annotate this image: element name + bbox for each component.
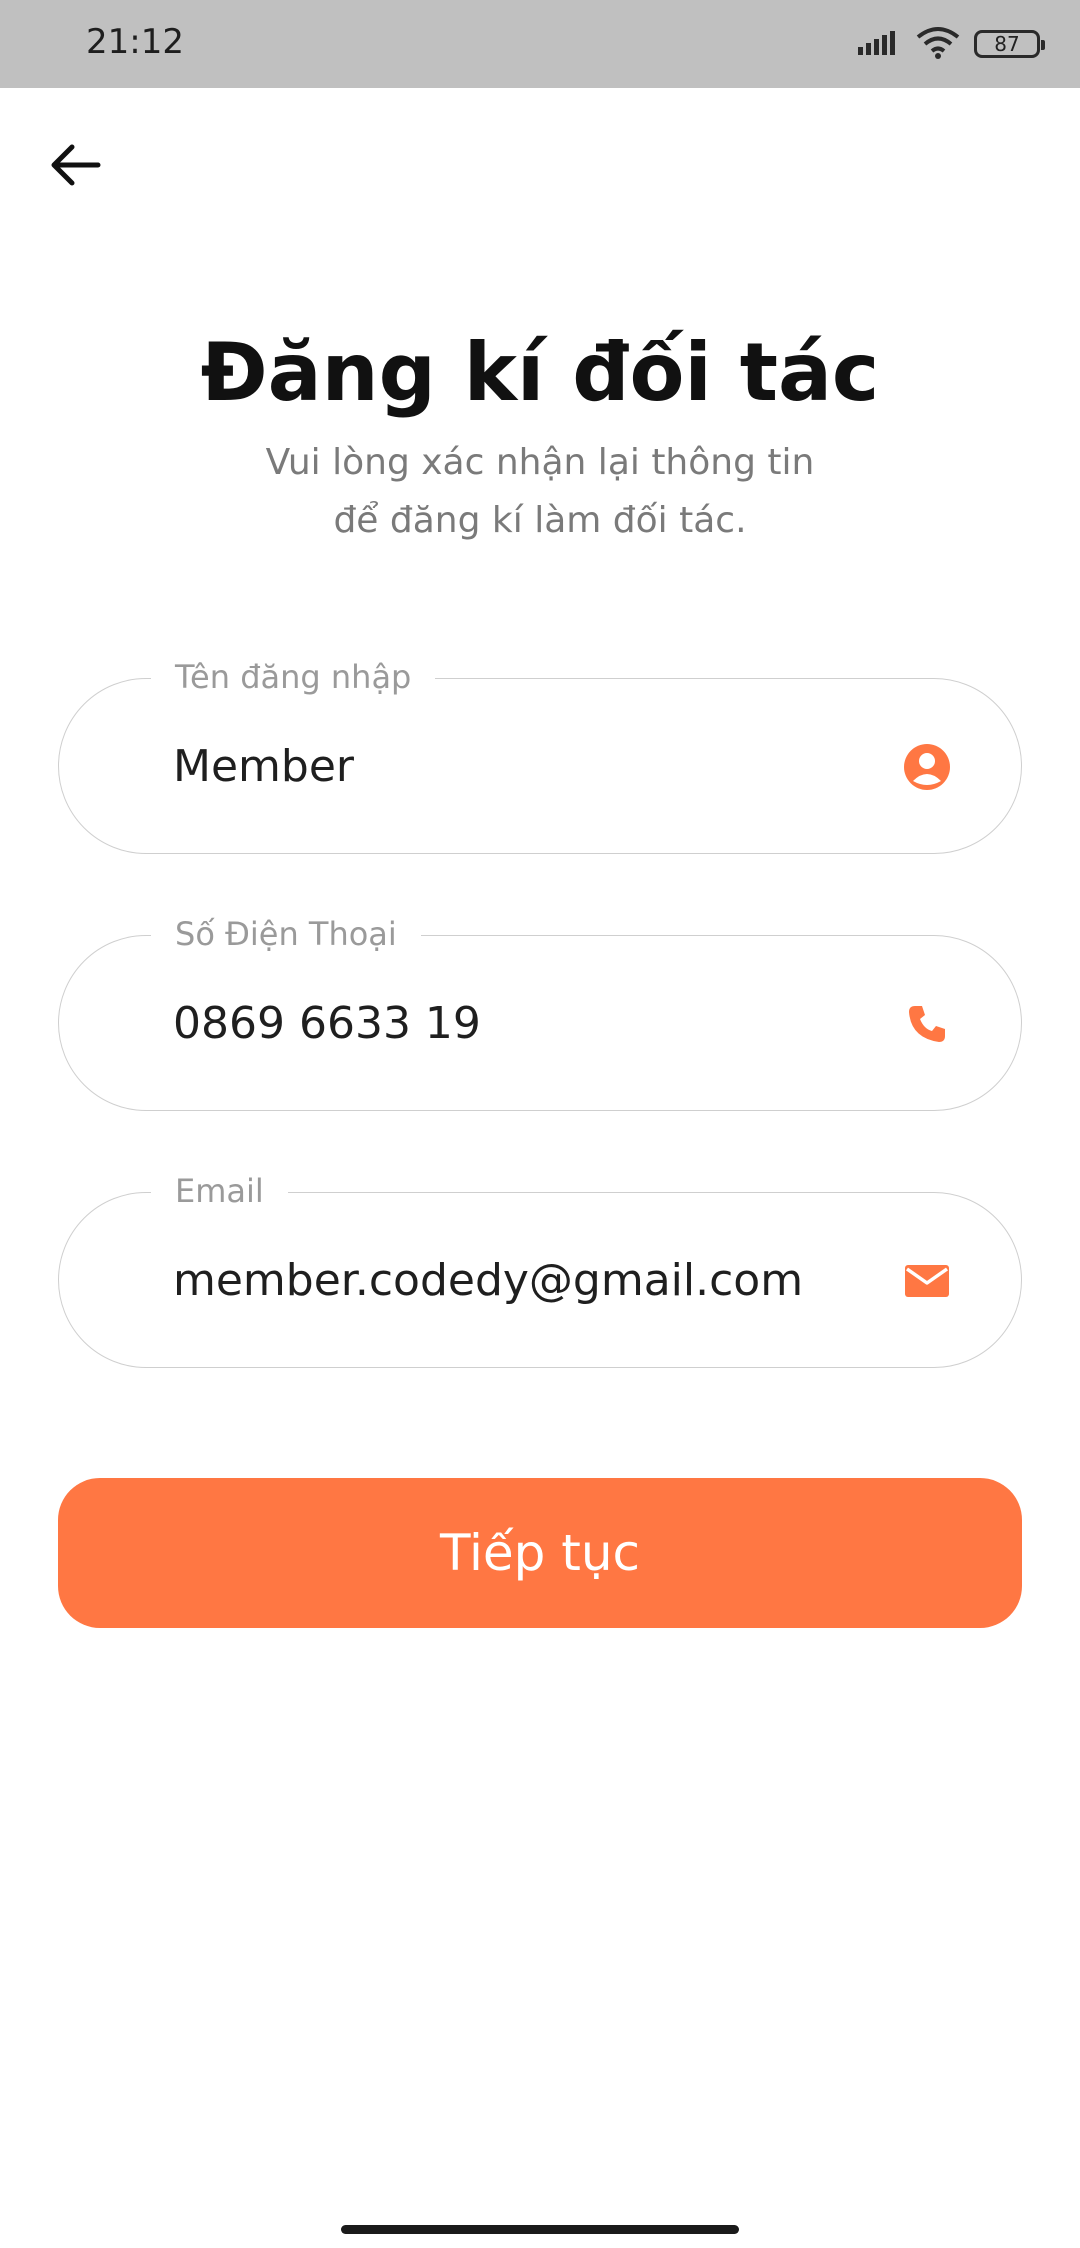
phone-field[interactable]: Số Điện Thoại 0869 6633 19 [58, 910, 1022, 1112]
wifi-icon [916, 25, 960, 63]
mail-icon [903, 1257, 951, 1305]
username-input[interactable]: Member [173, 679, 354, 855]
status-bar: 21:12 87 [0, 0, 1080, 88]
battery-icon: 87 [974, 30, 1045, 58]
continue-button[interactable]: Tiếp tục [58, 1478, 1022, 1628]
user-icon [903, 743, 951, 791]
home-indicator [341, 2225, 739, 2234]
phone-input[interactable]: 0869 6633 19 [173, 936, 481, 1112]
email-input[interactable]: member.codedy@gmail.com [173, 1193, 803, 1369]
back-button[interactable] [46, 135, 106, 195]
subtitle-line-2: để đăng kí làm đối tác. [333, 500, 747, 541]
arrow-left-icon [51, 144, 101, 186]
subtitle-line-1: Vui lòng xác nhận lại thông tin [265, 442, 815, 483]
username-field[interactable]: Tên đăng nhập Member [58, 653, 1022, 855]
email-field[interactable]: Email member.codedy@gmail.com [58, 1167, 1022, 1369]
phone-icon [903, 1000, 951, 1048]
page-subtitle: Vui lòng xác nhận lại thông tin để đăng … [0, 434, 1080, 550]
status-time: 21:12 [86, 22, 184, 62]
page-title: Đăng kí đối tác [200, 326, 880, 419]
signal-icon [858, 27, 902, 61]
status-icons: 87 [858, 24, 1045, 64]
